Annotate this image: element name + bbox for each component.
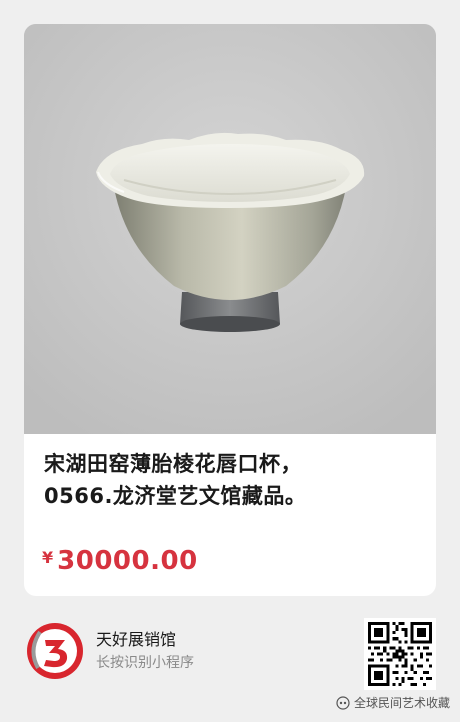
currency-symbol: ¥ [42, 548, 54, 567]
product-photo[interactable] [24, 24, 436, 434]
celadon-cup-illustration [24, 24, 436, 434]
product-card[interactable]: 宋湖田窑薄胎棱花唇口杯， 0566.龙济堂艺文馆藏品。 ¥30000.00 [24, 24, 436, 596]
shop-name[interactable]: 天好展销馆 [96, 626, 176, 650]
product-title-line-2: 0566.龙济堂艺文馆藏品。 [44, 484, 307, 508]
mini-program-footer[interactable]: 天好展销馆 长按识别小程序 全球民间艺术收藏 [0, 596, 460, 722]
shop-hint: 长按识别小程序 [96, 655, 194, 671]
product-price: ¥30000.00 [42, 546, 198, 586]
qr-code-icon[interactable] [364, 618, 436, 690]
shop-logo-icon [24, 620, 86, 682]
price-value: 30000.00 [57, 546, 198, 576]
wechat-channel-icon [336, 695, 350, 710]
watermark-text: 全球民间艺术收藏 [353, 696, 450, 710]
mini-program-share-card: 宋湖田窑薄胎棱花唇口杯， 0566.龙济堂艺文馆藏品。 ¥30000.00 天好… [0, 0, 460, 722]
product-title-line-1: 宋湖田窑薄胎棱花唇口杯， [44, 452, 302, 476]
account-watermark: 全球民间艺术收藏 [336, 694, 450, 711]
product-title[interactable]: 宋湖田窑薄胎棱花唇口杯， 0566.龙济堂艺文馆藏品。 [44, 448, 424, 512]
